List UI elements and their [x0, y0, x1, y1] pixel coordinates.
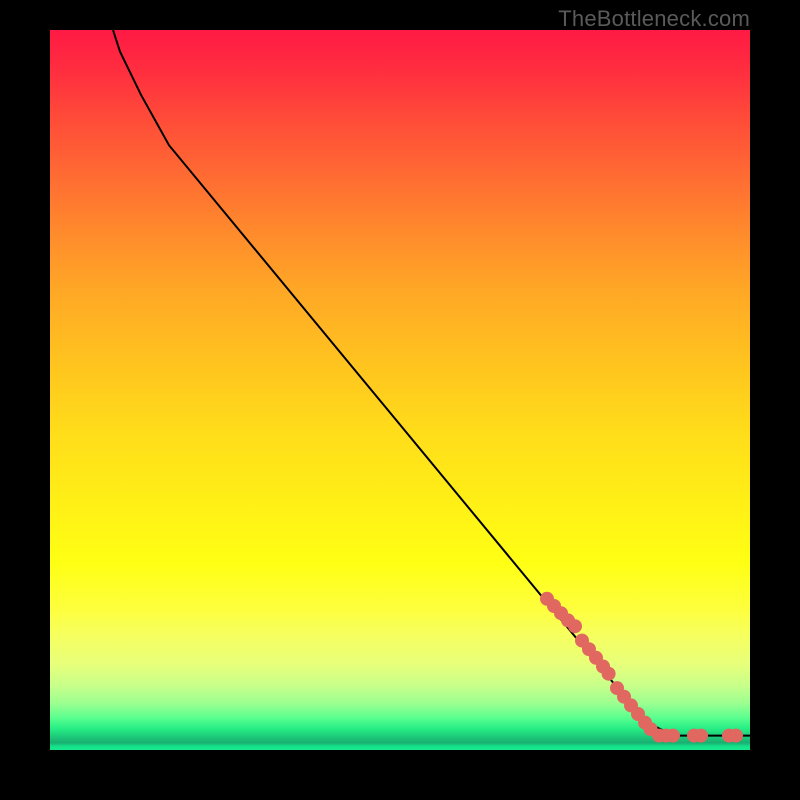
scatter-point: [666, 729, 680, 743]
scatter-point: [568, 619, 582, 633]
scatter-point: [602, 667, 616, 681]
chart-frame: TheBottleneck.com: [0, 0, 800, 800]
scatter-markers: [540, 592, 743, 743]
watermark-text: TheBottleneck.com: [558, 6, 750, 32]
plot-area: [50, 30, 750, 750]
scatter-point: [694, 729, 708, 743]
chart-svg: [50, 30, 750, 750]
scatter-point: [729, 729, 743, 743]
bottleneck-curve: [113, 30, 750, 736]
